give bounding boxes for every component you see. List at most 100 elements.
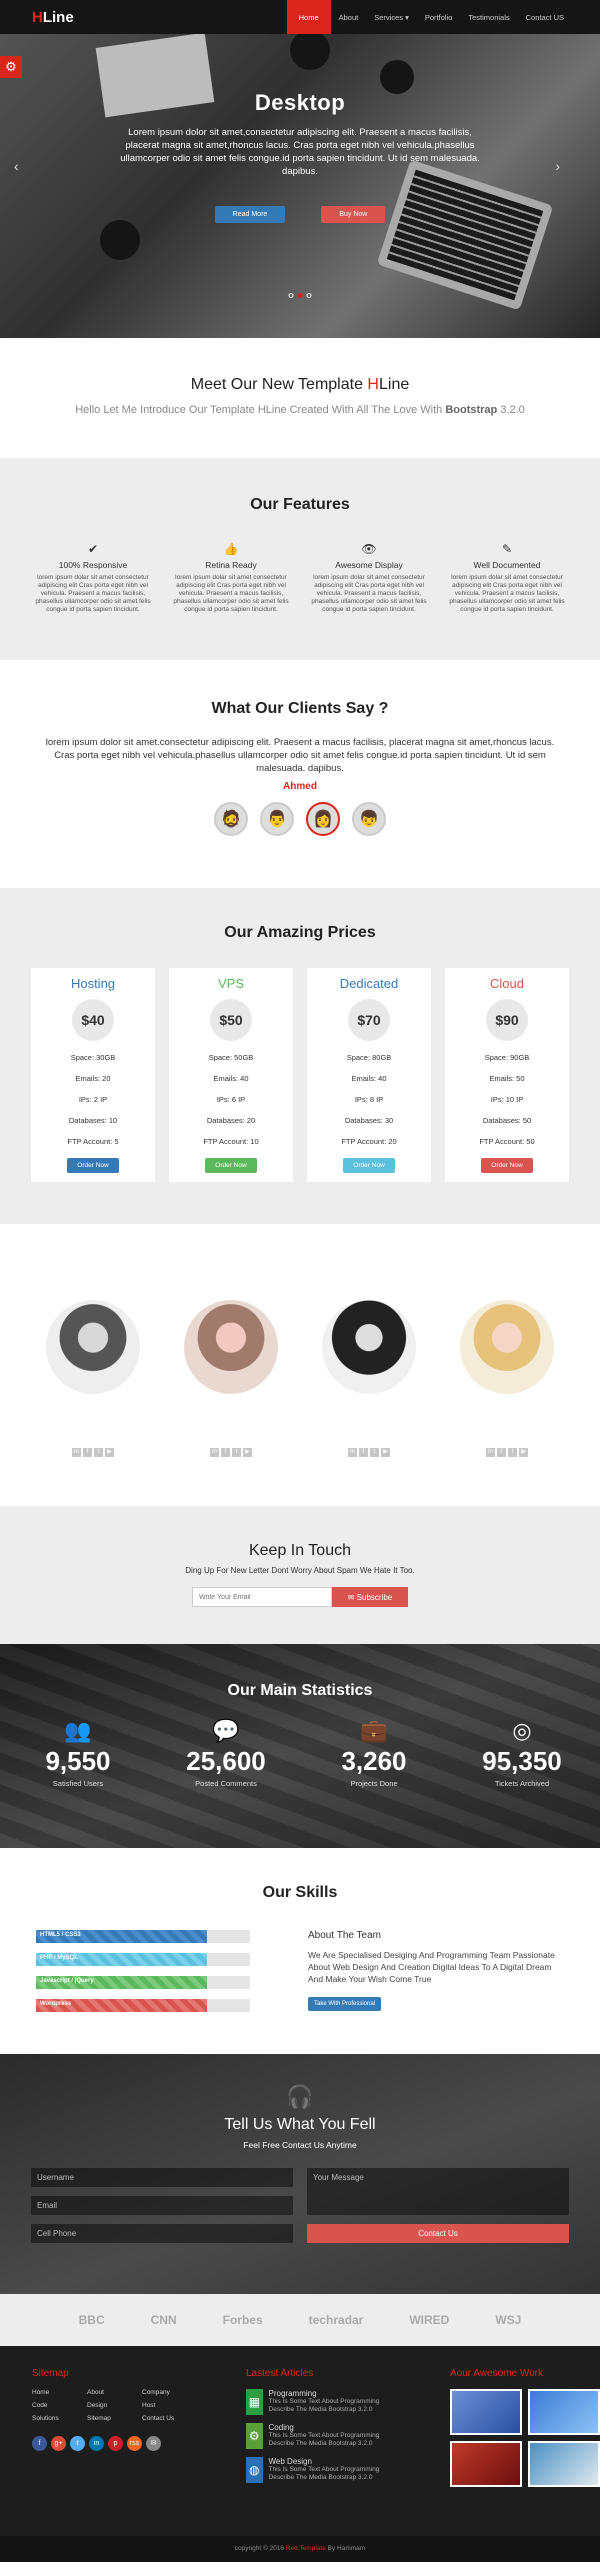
skill-label: PHP / MySQL [40,1955,78,1961]
youtube-icon[interactable]: ▶ [519,1448,528,1457]
buy-now-button[interactable]: Buy Now [321,206,386,223]
stat-item: 💼 3,260 Projects Done [314,1718,434,1788]
plan-feature: Databases: 10 [68,1116,118,1125]
plan-feature: FTP Account: 10 [203,1137,259,1146]
pricing-card: Hosting $40 Space: 30GB Emails: 20 IPs: 2 IP… [31,968,155,1182]
brand-logo[interactable]: HLine [32,9,74,26]
nav-portfolio[interactable]: Portfolio [417,0,461,34]
twitter-icon[interactable]: t [232,1448,241,1457]
linkedin-icon[interactable]: in [72,1448,81,1457]
footer-sitemap: Sitemap Home About Company Code Design Host So… [32,2368,202,2536]
nav-testimonials[interactable]: Testimonials [460,0,517,34]
linkedin-icon[interactable]: in [486,1448,495,1457]
slide-dot-active[interactable] [297,293,303,298]
team-photo [322,1300,416,1394]
comments-icon: 💬 [212,1718,240,1743]
gallery-image[interactable] [528,2441,600,2487]
professional-button[interactable]: Take With Professional [308,1997,382,2011]
avatar[interactable]: 🧔 [214,802,248,836]
mail-icon[interactable]: ✉ [146,2436,161,2451]
sitemap-title: Sitemap [32,2368,69,2379]
order-now-button[interactable]: Order Now [205,1158,257,1173]
avatar[interactable]: 👦 [352,802,386,836]
pinterest-icon[interactable]: p [108,2436,123,2451]
email-input[interactable] [192,1587,332,1607]
read-more-button[interactable]: Read More [214,206,286,223]
twitter-icon[interactable]: t [94,1448,103,1457]
rss-icon[interactable]: rss [127,2436,142,2451]
article-item[interactable]: ▦ Programming This Is Some Text About Prog… [246,2389,406,2415]
contact-submit-button[interactable]: Contact Us [307,2224,569,2243]
footer-link[interactable]: Design [87,2402,142,2409]
avatar[interactable]: 👨 [260,802,294,836]
facebook-icon[interactable]: f [32,2436,47,2451]
stat-number: 25,600 [186,1746,266,1776]
message-field[interactable]: Your Message [307,2168,569,2215]
youtube-icon[interactable]: ▶ [243,1448,252,1457]
twitter-icon[interactable]: t [70,2436,85,2451]
order-now-button[interactable]: Order Now [481,1158,533,1173]
article-item[interactable]: ⚙ Coding This Is Some Text About Programmi… [246,2423,406,2449]
footer-articles: Lastest Articles ▦ Programming This Is Som… [246,2368,406,2536]
order-now-button[interactable]: Order Now [343,1158,395,1173]
feature-item: 👍 Retina Ready lorem ipsum dolar sit amet … [169,542,293,614]
stat-number: 95,350 [482,1746,562,1776]
gallery-image[interactable] [528,2389,600,2435]
plan-price: $90 [486,999,528,1041]
article-item[interactable]: ◍ Web Design This Is Some Text About Progr… [246,2457,406,2483]
linkedin-icon[interactable]: in [210,1448,219,1457]
subscribe-button[interactable]: ✉ Subscribe [332,1587,408,1607]
linkedin-icon[interactable]: in [348,1448,357,1457]
avatar-active[interactable]: 👩 [306,802,340,836]
gallery-image[interactable] [450,2389,522,2435]
facebook-icon[interactable]: f [83,1448,92,1457]
plan-feature: Databases: 30 [344,1116,394,1125]
plan-feature: Emails: 20 [75,1074,111,1083]
feature-title: 100% Responsive [58,560,128,570]
twitter-icon[interactable]: t [370,1448,379,1457]
team-photo [184,1300,278,1394]
plan-feature: Databases: 50 [482,1116,532,1125]
facebook-icon[interactable]: f [359,1448,368,1457]
chevron-right-icon[interactable]: › [555,158,560,174]
footer-link[interactable]: Code [32,2402,87,2409]
slide-dot[interactable] [306,293,312,298]
footer-link[interactable]: Host [142,2402,197,2409]
phone-field[interactable]: Cell Phone [31,2224,293,2243]
slide-dot[interactable] [288,293,294,298]
footer-link[interactable]: Home [32,2389,87,2396]
partner-logos: BBC CNN Forbes techradar WIRED WSJ [0,2294,600,2346]
team-social: in f t ▶ [46,1448,140,1457]
chevron-left-icon[interactable]: ‹ [14,158,19,174]
google-plus-icon[interactable]: g+ [51,2436,66,2451]
footer-link[interactable]: Sitemap [87,2415,142,2422]
youtube-icon[interactable]: ▶ [381,1448,390,1457]
facebook-icon[interactable]: f [497,1448,506,1457]
pricing-card: Cloud $90 Space: 90GB Emails: 50 IPs: 10 IP D… [445,968,569,1182]
skill-bars: HTML5 / CSS3 PHP / MySQL Javascript / jQue… [36,1930,250,2022]
footer-link[interactable]: Contact Us [142,2415,197,2422]
nav-about[interactable]: About [331,0,367,34]
footer-link[interactable]: About [87,2389,142,2396]
order-now-button[interactable]: Order Now [67,1158,119,1173]
nav-contact[interactable]: Contact US [518,0,572,34]
template-link[interactable]: Red Template [286,2545,326,2552]
partner-logo: Forbes [222,2313,263,2327]
gallery-image[interactable] [450,2441,522,2487]
hero-slider: Desktop Lorem ipsum dolor sit amet,conse… [0,0,600,338]
facebook-icon[interactable]: f [221,1448,230,1457]
linkedin-icon[interactable]: in [89,2436,104,2451]
article-text: This Is Some Text About Programming Desc… [268,2432,380,2447]
youtube-icon[interactable]: ▶ [105,1448,114,1457]
gear-icon[interactable]: ⚙ [0,56,22,78]
twitter-icon[interactable]: t [508,1448,517,1457]
nav-home[interactable]: Home [286,0,331,34]
footer-link[interactable]: Solutions [32,2415,87,2422]
nav-services[interactable]: Services ▾ [366,0,417,34]
email-field[interactable]: Email [31,2196,293,2215]
footer-work: Aour Awesome Work [450,2368,600,2536]
skill-bar: PHP / MySQL [36,1953,250,1966]
footer-link[interactable]: Company [142,2389,197,2396]
about-team: About The Team We Are Specialised Desigi… [308,1930,564,2022]
username-field[interactable]: Username [31,2168,293,2187]
